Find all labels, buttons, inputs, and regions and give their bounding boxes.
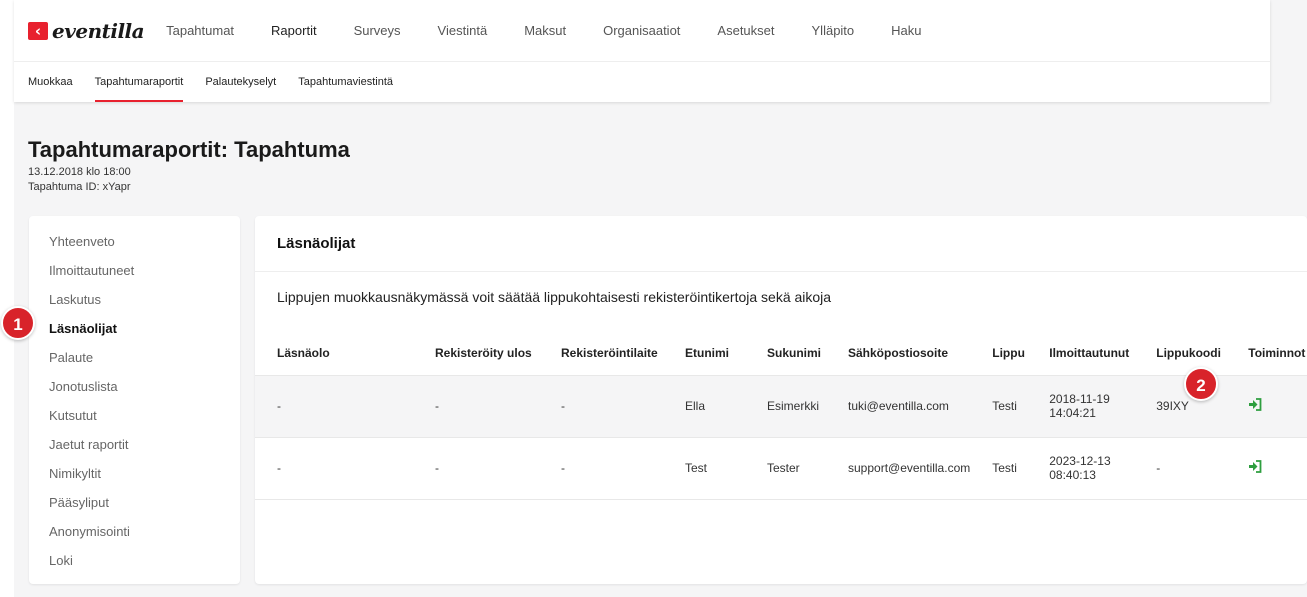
attendees-table: Läsnäolo Rekisteröity ulos Rekisteröinti… [255,332,1307,500]
logo-text: eventilla [52,18,145,43]
registered-time: 14:04:21 [1049,406,1096,420]
card-heading: Läsnäolijat [255,216,1307,272]
nav-item-raportit[interactable]: Raportit [271,23,317,38]
column-header[interactable]: Toiminnot [1226,332,1307,376]
ticket-cell: Testi [970,375,1028,438]
main-navigation: ‹ eventilla Tapahtumat Raportit Surveys … [14,0,1270,62]
ticket-cell: Testi [970,437,1028,500]
subnav-item-muokkaa[interactable]: Muokkaa [28,62,73,102]
side-item-loki[interactable]: Loki [29,546,240,575]
callout-marker-1: 1 [1,306,35,340]
presence-cell: - [255,437,413,500]
side-item-ilmoittautuneet[interactable]: Ilmoittautuneet [29,256,240,285]
side-item-lasnaolijat[interactable]: Läsnäolijat [29,314,240,343]
column-header[interactable]: Rekisteröity ulos [413,332,539,376]
actions-cell [1226,375,1307,438]
event-id: Tapahtuma ID: xYapr [28,181,131,193]
nav-item-viestinta[interactable]: Viestintä [438,23,488,38]
card-description: Lippujen muokkausnäkymässä voit säätää l… [277,289,832,305]
ticket-code-cell: - [1134,437,1227,500]
event-date: 13.12.2018 klo 18:00 [28,166,131,178]
sign-in-icon[interactable] [1248,460,1262,476]
actions-cell [1226,437,1307,500]
side-item-palaute[interactable]: Palaute [29,343,240,372]
email-cell: support@eventilla.com [826,437,971,500]
registered-date: 2023-12-13 [1049,454,1111,468]
registered-time: 08:40:13 [1049,468,1096,482]
attendees-card: Läsnäolijat Lippujen muokkausnäkymässä v… [255,216,1307,584]
last-name-cell: Tester [745,437,826,500]
nav-item-asetukset[interactable]: Asetukset [717,23,774,38]
column-header[interactable]: Rekisteröintilaite [539,332,663,376]
callout-marker-2: 2 [1184,367,1218,401]
side-item-yhteenveto[interactable]: Yhteenveto [29,227,240,256]
page-title: Tapahtumaraportit: Tapahtuma [28,137,350,162]
column-header[interactable]: Sukunimi [745,332,826,376]
nav-item-surveys[interactable]: Surveys [354,23,401,38]
column-header[interactable]: Ilmoittautunut [1027,332,1135,376]
sign-in-icon-graphic [1249,460,1262,473]
table-row: - - - Ella Esimerkki tuki@eventilla.com … [255,375,1307,438]
side-item-nimikyltit[interactable]: Nimikyltit [29,459,240,488]
column-header[interactable]: Lippukoodi [1134,332,1227,376]
eventilla-logo[interactable]: ‹ eventilla [28,18,145,43]
nav-item-maksut[interactable]: Maksut [524,23,566,38]
side-item-laskutus[interactable]: Laskutus [29,285,240,314]
top-bar: ‹ eventilla Tapahtumat Raportit Surveys … [14,0,1270,102]
sign-in-icon-graphic [1249,398,1262,411]
first-name-cell: Test [663,437,745,500]
column-header[interactable]: Etunimi [663,332,745,376]
table-row: - - - Test Tester support@eventilla.com … [255,437,1307,500]
nav-item-organisaatiot[interactable]: Organisaatiot [603,23,680,38]
registered-date: 2018-11-19 [1049,392,1110,406]
side-item-paasyliput[interactable]: Pääsyliput [29,488,240,517]
registered-cell: 2018-11-19 14:04:21 [1027,375,1135,438]
table-header-row: Läsnäolo Rekisteröity ulos Rekisteröinti… [255,332,1307,376]
subnav-item-tapahtumaviestinta[interactable]: Tapahtumaviestintä [298,62,393,102]
column-header[interactable]: Sähköpostiosoite [826,332,971,376]
sign-in-icon[interactable] [1248,398,1262,414]
side-item-kutsutut[interactable]: Kutsutut [29,401,240,430]
sub-navigation: Muokkaa Tapahtumaraportit Palautekyselyt… [14,62,1270,102]
presence-cell: - [255,375,413,438]
registered-cell: 2023-12-13 08:40:13 [1027,437,1135,500]
first-name-cell: Ella [663,375,745,438]
logo-mark-icon: ‹ [28,21,48,40]
checked-out-cell: - [413,375,539,438]
side-item-jaetut-raportit[interactable]: Jaetut raportit [29,430,240,459]
checked-out-cell: - [413,437,539,500]
nav-item-yllapito[interactable]: Ylläpito [812,23,855,38]
device-cell: - [539,375,663,438]
report-side-menu: Yhteenveto Ilmoittautuneet Laskutus Läsn… [29,216,240,584]
subnav-item-palautekyselyt[interactable]: Palautekyselyt [205,62,276,102]
subnav-item-tapahtumaraportit[interactable]: Tapahtumaraportit [94,62,183,102]
side-item-jonotuslista[interactable]: Jonotuslista [29,372,240,401]
app-background: ‹ eventilla Tapahtumat Raportit Surveys … [14,0,1307,597]
column-header[interactable]: Läsnäolo [255,332,413,376]
column-header[interactable]: Lippu [970,332,1028,376]
email-cell: tuki@eventilla.com [826,375,971,438]
last-name-cell: Esimerkki [745,375,826,438]
device-cell: - [539,437,663,500]
side-item-anonymisointi[interactable]: Anonymisointi [29,517,240,546]
nav-item-tapahtumat[interactable]: Tapahtumat [166,23,234,38]
nav-item-haku[interactable]: Haku [891,23,921,38]
